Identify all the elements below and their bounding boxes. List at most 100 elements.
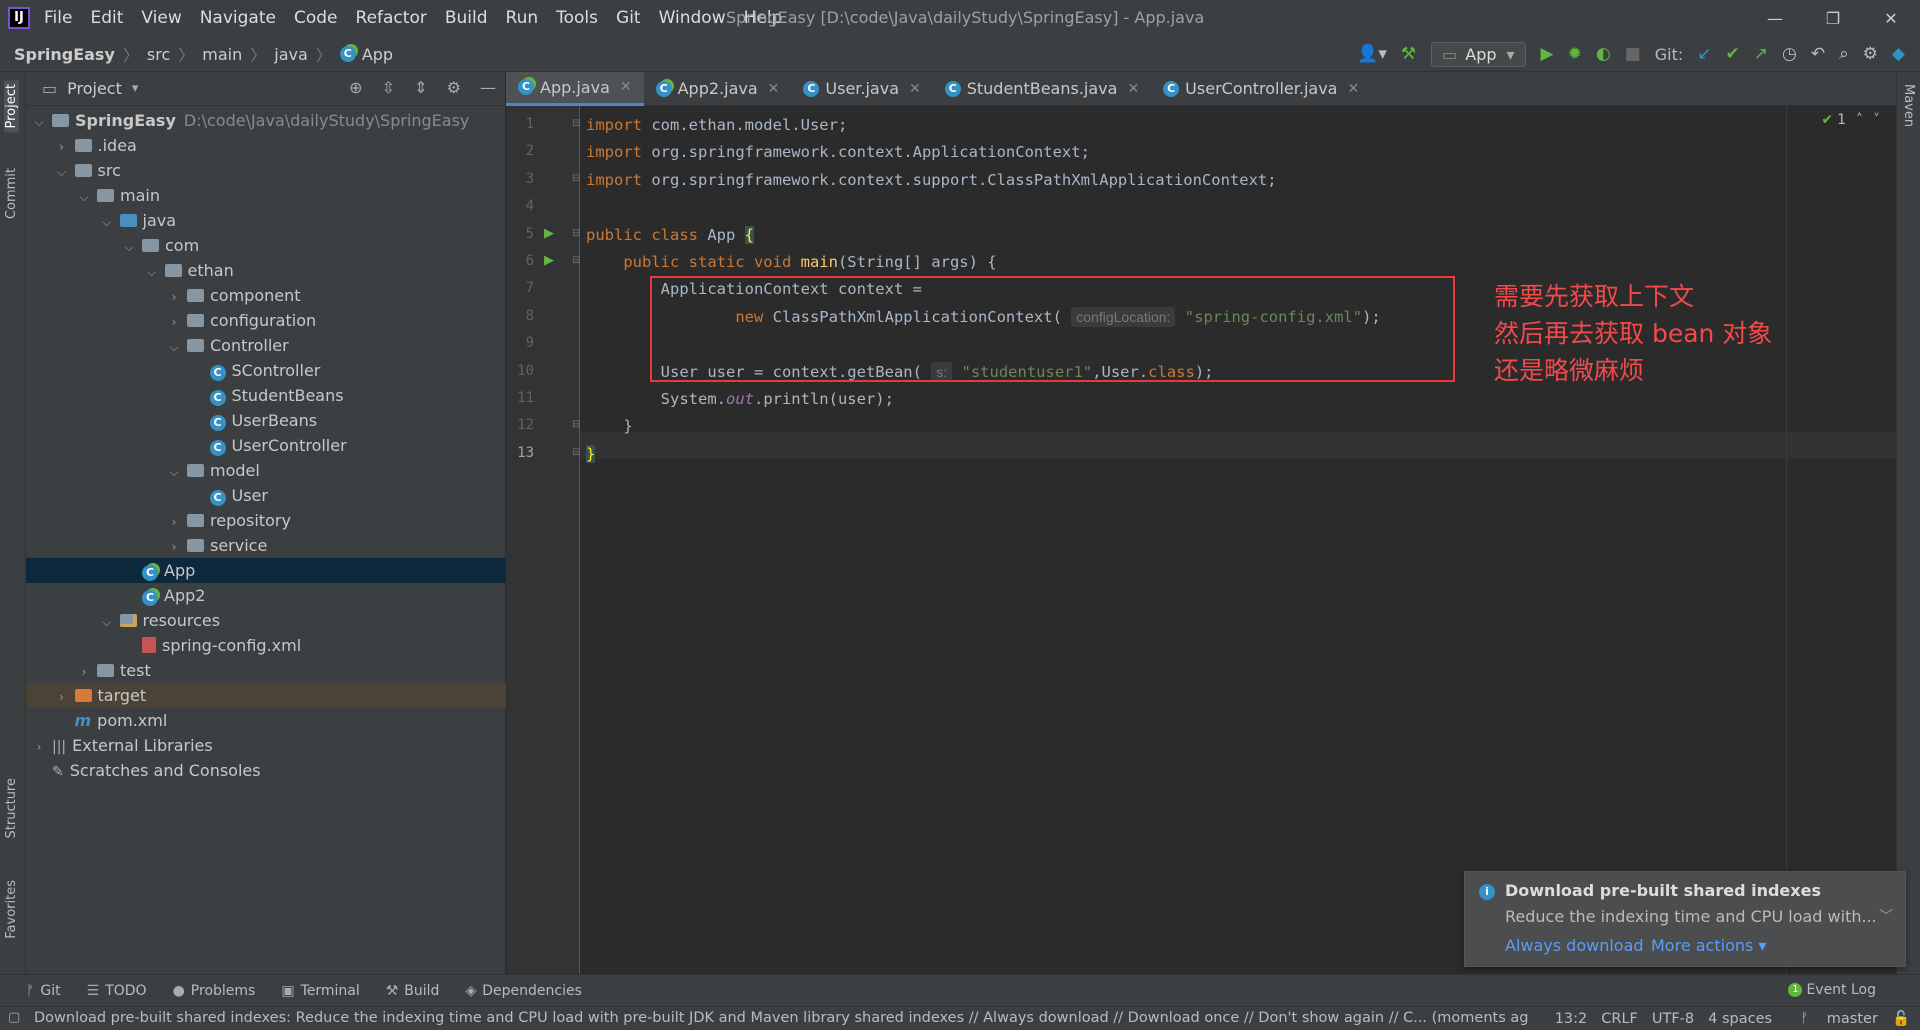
gear-icon[interactable]: ⚙ <box>447 78 461 97</box>
git-commit-icon[interactable]: ✔ <box>1726 44 1740 64</box>
close-tab-icon[interactable]: ✕ <box>1127 81 1139 97</box>
breadcrumb-item[interactable]: src <box>147 45 170 64</box>
git-update-icon[interactable]: ↙ <box>1697 44 1711 64</box>
history-icon[interactable]: ◷ <box>1782 44 1797 64</box>
close-tab-icon[interactable]: ✕ <box>620 79 632 95</box>
fold-icon[interactable]: ⊟ <box>572 447 580 458</box>
tab-app-java[interactable]: C App.java ✕ <box>506 71 644 106</box>
tab-usercontroller-java[interactable]: C UserController.java ✕ <box>1151 72 1371 106</box>
tree-node[interactable]: ⌵ main <box>26 183 506 208</box>
locate-icon[interactable]: ⊕ <box>349 78 362 97</box>
gutter-run-icon[interactable]: ▶ <box>544 226 554 241</box>
chevron-right-icon[interactable]: › <box>167 535 181 560</box>
file-encoding[interactable]: UTF-8 <box>1652 1011 1694 1027</box>
lock-icon[interactable]: 🔓 <box>1892 1010 1910 1027</box>
run-icon[interactable]: ▶ <box>1541 44 1554 64</box>
tool-window-terminal[interactable]: ▣ Terminal <box>281 983 359 999</box>
indent-setting[interactable]: 4 spaces <box>1708 1011 1772 1027</box>
plugin-icon[interactable]: ◆ <box>1892 44 1905 64</box>
close-tab-icon[interactable]: ✕ <box>1347 81 1359 97</box>
build-hammer-icon[interactable]: ⚒ <box>1401 44 1416 64</box>
chevron-up-icon[interactable]: ˄ <box>1856 112 1863 128</box>
menu-item-git[interactable]: Git <box>616 8 641 28</box>
chevron-right-icon[interactable]: › <box>55 685 69 710</box>
close-tab-icon[interactable]: ✕ <box>909 81 921 97</box>
breadcrumb-item[interactable]: java <box>274 45 308 64</box>
stop-icon[interactable]: ■ <box>1625 44 1641 64</box>
chevron-right-icon[interactable]: › <box>77 660 91 685</box>
chevron-down-icon[interactable]: ﹀ <box>1879 906 1893 926</box>
search-icon[interactable]: ⌕ <box>1839 44 1849 64</box>
status-message[interactable]: Download pre-built shared indexes: Reduc… <box>34 1010 1534 1026</box>
menu-item-code[interactable]: Code <box>294 8 338 28</box>
chevron-right-icon[interactable]: › <box>32 735 46 760</box>
status-toggle-icon[interactable]: ▢ <box>8 1010 20 1025</box>
stripe-maven[interactable]: Maven <box>1901 84 1916 127</box>
tree-node[interactable]: spring-config.xml <box>26 633 506 658</box>
close-tab-icon[interactable]: ✕ <box>768 81 780 97</box>
expand-all-icon[interactable]: ⇳ <box>382 78 395 97</box>
chevron-right-icon[interactable]: › <box>167 510 181 535</box>
stripe-favorites[interactable]: Favorites <box>4 880 19 939</box>
tree-node[interactable]: › service <box>26 533 506 558</box>
tree-node[interactable]: › test <box>26 658 506 683</box>
hide-icon[interactable]: — <box>480 78 496 97</box>
user-icon[interactable]: 👤▾ <box>1357 44 1387 64</box>
tree-node[interactable]: C App2 <box>26 583 506 608</box>
tool-window-todo[interactable]: ☰ TODO <box>87 983 147 999</box>
chevron-right-icon[interactable]: › <box>167 285 181 310</box>
tree-node[interactable]: ⌵ java <box>26 208 506 233</box>
menu-item-refactor[interactable]: Refactor <box>356 8 427 28</box>
tree-node[interactable]: ⌵ resources <box>26 608 506 633</box>
chevron-down-icon[interactable]: ⌵ <box>122 235 136 260</box>
tree-node[interactable]: C StudentBeans <box>26 383 506 408</box>
chevron-right-icon[interactable]: › <box>167 310 181 335</box>
run-config-dropdown[interactable]: ▭ App ▾ <box>1431 41 1526 67</box>
chevron-down-icon[interactable]: ⌵ <box>77 185 91 210</box>
tree-node[interactable]: › component <box>26 283 506 308</box>
always-download-link[interactable]: Always download <box>1505 936 1644 955</box>
breadcrumb-item[interactable]: main <box>202 45 242 64</box>
git-push-icon[interactable]: ↗ <box>1754 44 1768 64</box>
tool-window-problems[interactable]: ● Problems <box>173 983 256 999</box>
tree-node[interactable]: C UserController <box>26 433 506 458</box>
tree-node[interactable]: › ||| External Libraries <box>26 733 506 758</box>
stripe-structure[interactable]: Structure <box>4 778 19 838</box>
tree-node[interactable]: C UserBeans <box>26 408 506 433</box>
tree-node[interactable]: › target <box>26 683 506 708</box>
tree-node[interactable]: C User <box>26 483 506 508</box>
fold-icon[interactable]: ⊟ <box>572 173 580 184</box>
menu-item-run[interactable]: Run <box>506 8 539 28</box>
rollback-icon[interactable]: ↶ <box>1811 44 1825 64</box>
fold-icon[interactable]: ⊟ <box>572 419 580 430</box>
fold-icon[interactable]: ⊟ <box>572 255 580 266</box>
breadcrumb-item[interactable]: C App <box>339 45 393 64</box>
chevron-down-icon[interactable]: ⌵ <box>100 610 114 635</box>
tool-window-git[interactable]: ᚠ Git <box>26 983 61 999</box>
tool-window-dependencies[interactable]: ◈ Dependencies <box>465 983 581 999</box>
close-icon[interactable]: ✕ <box>1862 9 1920 28</box>
stripe-project[interactable]: Project <box>4 80 19 133</box>
tree-node[interactable]: C App <box>26 558 506 583</box>
chevron-right-icon[interactable]: › <box>55 135 69 160</box>
chevron-down-icon[interactable]: ⌵ <box>145 260 159 285</box>
gear-icon[interactable]: ⚙ <box>1863 44 1878 64</box>
tree-node[interactable]: ✎ Scratches and Consoles <box>26 758 506 783</box>
menu-item-edit[interactable]: Edit <box>90 8 123 28</box>
gutter-run-icon[interactable]: ▶ <box>544 253 554 268</box>
restore-icon[interactable]: ❐ <box>1804 9 1862 28</box>
chevron-down-icon[interactable]: ⌵ <box>167 335 181 360</box>
project-panel-title[interactable]: Project <box>67 79 122 98</box>
tool-window-build[interactable]: ⚒ Build <box>386 983 440 999</box>
tree-node[interactable]: m pom.xml <box>26 708 506 733</box>
tree-node[interactable]: ⌵ com <box>26 233 506 258</box>
menu-item-navigate[interactable]: Navigate <box>200 8 276 28</box>
tree-node[interactable]: ⌵ ethan <box>26 258 506 283</box>
tree-node[interactable]: C SController <box>26 358 506 383</box>
coverage-icon[interactable]: ◐ <box>1596 44 1611 64</box>
menu-item-view[interactable]: View <box>141 8 181 28</box>
git-branch[interactable]: ᚠ master <box>1786 1011 1878 1027</box>
menu-item-window[interactable]: Window <box>659 8 726 28</box>
tree-node[interactable]: ⌵ SpringEasy D:\code\Java\dailyStudy\Sprin… <box>26 108 506 133</box>
collapse-all-icon[interactable]: ⇕ <box>414 78 427 97</box>
